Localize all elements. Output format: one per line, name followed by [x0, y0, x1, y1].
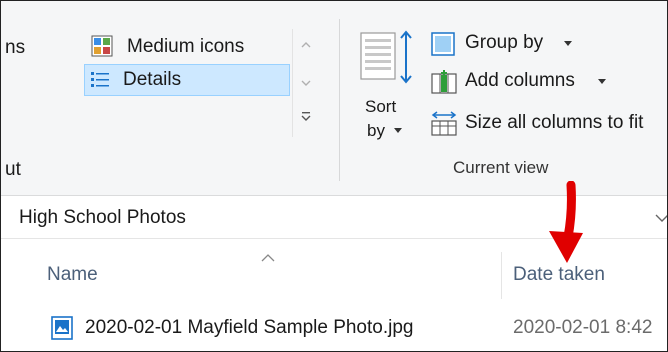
- sort-by-label-line2: by: [367, 121, 385, 140]
- layout-gallery-scroll[interactable]: [292, 29, 319, 137]
- add-columns-dropdown-icon: [598, 79, 606, 84]
- medium-icons-label: Medium icons: [127, 36, 245, 57]
- group-by-label: Group by: [465, 32, 544, 53]
- size-columns-icon: [431, 111, 457, 136]
- ribbon-group-divider: [339, 19, 340, 181]
- file-date-taken: 2020-02-01 8:42: [513, 317, 653, 338]
- sort-icon: [360, 30, 412, 84]
- layout-option-partial[interactable]: ns: [5, 37, 25, 59]
- current-view-group-label: Current view: [453, 158, 549, 177]
- jpg-file-icon: [51, 316, 73, 340]
- medium-icons-icon: [91, 35, 113, 57]
- layout-group-label: ut: [5, 159, 21, 180]
- sort-by-label-line1: Sort: [365, 97, 397, 116]
- explorer-window: ns Medium icons Details ut Sort by Group…: [0, 0, 668, 352]
- group-by-button[interactable]: Group by: [429, 29, 599, 59]
- file-name: 2020-02-01 Mayfield Sample Photo.jpg: [85, 317, 414, 338]
- address-dropdown-icon[interactable]: [655, 213, 668, 223]
- details-option[interactable]: Details: [84, 64, 290, 96]
- add-columns-label: Add columns: [465, 70, 575, 91]
- scroll-down-icon[interactable]: [301, 79, 311, 87]
- details-list-icon: [91, 72, 109, 87]
- folder-name: High School Photos: [19, 207, 186, 228]
- sort-dropdown-icon: [394, 128, 402, 133]
- gallery-more-icon[interactable]: [301, 111, 311, 123]
- sort-by-button[interactable]: Sort by: [355, 23, 417, 143]
- sort-ascending-icon: [261, 254, 275, 262]
- column-header-name[interactable]: Name: [47, 264, 98, 286]
- table-row[interactable]: 2020-02-01 Mayfield Sample Photo.jpg 202…: [1, 306, 667, 351]
- scroll-up-icon[interactable]: [301, 41, 311, 49]
- medium-icons-option[interactable]: Medium icons: [89, 33, 279, 61]
- group-by-dropdown-icon: [564, 41, 572, 46]
- add-columns-button[interactable]: Add columns: [429, 67, 619, 97]
- column-header-date-taken[interactable]: Date taken: [513, 264, 605, 286]
- size-all-columns-button[interactable]: Size all columns to fit: [429, 107, 667, 139]
- details-label: Details: [123, 69, 182, 90]
- add-columns-icon: [431, 70, 457, 94]
- size-all-columns-label: Size all columns to fit: [465, 112, 644, 133]
- column-divider[interactable]: [501, 252, 502, 299]
- red-arrow-annotation: [549, 181, 583, 263]
- group-by-icon: [431, 32, 455, 56]
- ribbon-view-tab: ns Medium icons Details ut Sort by Group…: [1, 1, 667, 196]
